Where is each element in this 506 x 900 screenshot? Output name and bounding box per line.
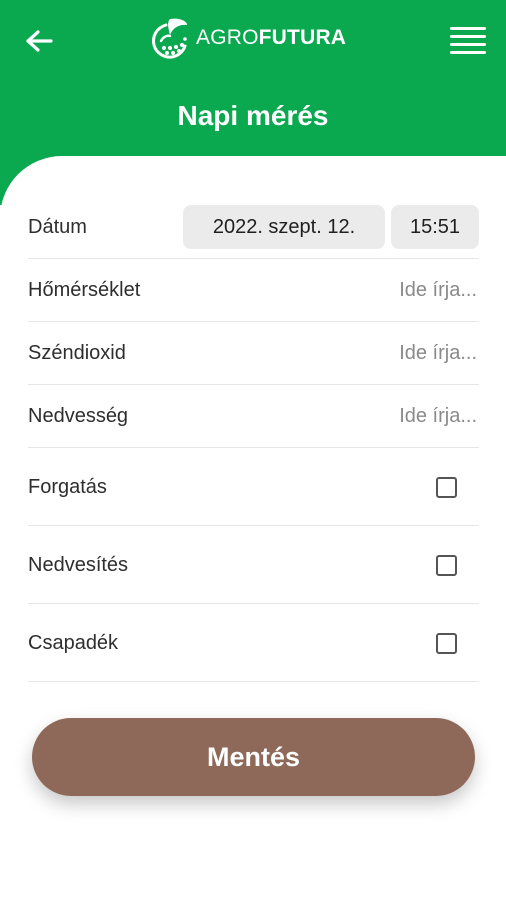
humidity-input[interactable] — [325, 404, 479, 429]
hamburger-menu-icon — [450, 27, 486, 54]
moistening-row: Nedvesítés — [28, 527, 479, 604]
back-button[interactable] — [22, 24, 56, 58]
co2-label: Széndioxid — [28, 342, 126, 364]
precipitation-checkbox[interactable] — [436, 632, 457, 654]
leaf-logo-icon — [152, 18, 188, 59]
temperature-row: Hőmérséklet — [28, 260, 479, 322]
humidity-row: Nedvesség — [28, 386, 479, 448]
date-picker[interactable]: 2022. szept. 12. — [183, 205, 385, 249]
date-row: Dátum 2022. szept. 12. 15:51 — [28, 196, 479, 259]
humidity-label: Nedvesség — [28, 405, 129, 427]
logo-suffix: FUTURA — [258, 26, 347, 49]
arrow-left-icon — [26, 30, 53, 52]
moistening-label: Nedvesítés — [28, 553, 129, 576]
temperature-label: Hőmérséklet — [28, 279, 141, 301]
agrofutura-logo: AGROFUTURA — [148, 14, 346, 62]
menu-button[interactable] — [448, 22, 488, 60]
moistening-checkbox[interactable] — [436, 554, 457, 576]
co2-row: Széndioxid — [28, 323, 479, 385]
precipitation-label: Csapadék — [28, 631, 119, 654]
date-label: Dátum — [28, 215, 87, 238]
logo-wordmark: AGROFUTURA — [196, 26, 346, 50]
temperature-input[interactable] — [325, 278, 479, 303]
rotation-label: Forgatás — [28, 475, 107, 498]
rotation-row: Forgatás — [28, 449, 479, 526]
precipitation-row: Csapadék — [28, 605, 479, 682]
page-title: Napi mérés — [177, 100, 329, 131]
rotation-checkbox[interactable] — [436, 476, 457, 498]
co2-input[interactable] — [325, 341, 479, 366]
date-time-group: 2022. szept. 12. 15:51 — [183, 205, 479, 249]
logo-prefix: AGRO — [196, 26, 259, 49]
save-button[interactable]: Mentés — [32, 718, 475, 796]
time-picker[interactable]: 15:51 — [391, 205, 479, 249]
